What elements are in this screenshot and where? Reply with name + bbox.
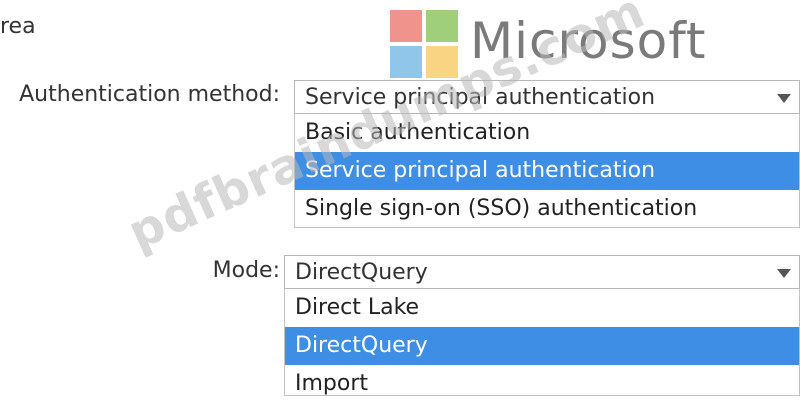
mode-dropdown: Direct Lake DirectQuery Import bbox=[284, 289, 800, 396]
mode-label: Mode: bbox=[212, 258, 280, 283]
section-title: rea bbox=[0, 14, 36, 39]
authentication-method-value: Service principal authentication bbox=[305, 85, 656, 110]
mode-select[interactable]: DirectQuery bbox=[284, 255, 800, 289]
chevron-down-icon[interactable] bbox=[777, 94, 791, 103]
option-single-sign-on-authentication[interactable]: Single sign-on (SSO) authentication bbox=[295, 190, 799, 228]
authentication-method-select[interactable]: Service principal authentication bbox=[294, 80, 800, 114]
logo-red-square-icon bbox=[390, 10, 422, 42]
logo-text: Microsoft bbox=[470, 12, 707, 70]
authentication-method-label: Authentication method: bbox=[19, 82, 280, 107]
option-directquery[interactable]: DirectQuery bbox=[285, 327, 799, 365]
authentication-method-dropdown: Basic authentication Service principal a… bbox=[294, 114, 800, 228]
logo-blue-square-icon bbox=[390, 46, 422, 78]
option-service-principal-authentication[interactable]: Service principal authentication bbox=[295, 152, 799, 190]
chevron-down-icon[interactable] bbox=[777, 269, 791, 278]
option-direct-lake[interactable]: Direct Lake bbox=[285, 289, 799, 327]
option-import[interactable]: Import bbox=[285, 365, 799, 403]
logo-yellow-square-icon bbox=[426, 46, 458, 78]
option-basic-authentication[interactable]: Basic authentication bbox=[295, 114, 799, 152]
logo-green-square-icon bbox=[426, 10, 458, 42]
mode-value: DirectQuery bbox=[295, 260, 428, 285]
